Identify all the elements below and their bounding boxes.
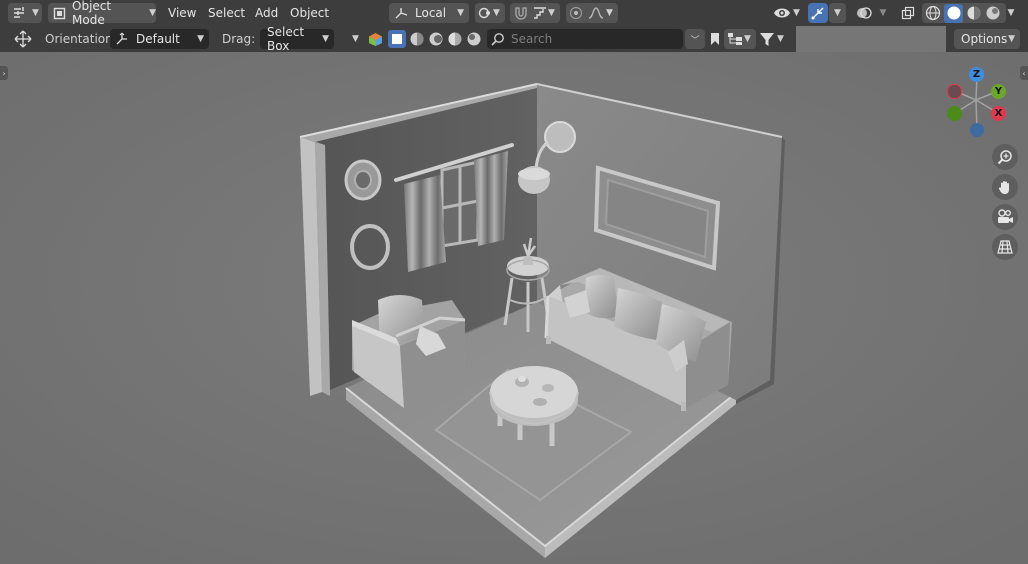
pivot-icon: [478, 6, 492, 20]
hierarchy-icon: [727, 32, 743, 46]
filter-dropdown-button[interactable]: ﹀: [685, 29, 705, 49]
filter-collapse-dropdown[interactable]: ▼: [352, 29, 364, 49]
visibility-dropdown[interactable]: ▼: [771, 3, 805, 23]
proportional-edit-icon: [569, 6, 583, 20]
rendered-shading-icon[interactable]: [985, 5, 1001, 21]
xray-toggle[interactable]: [898, 3, 918, 23]
gizmo-axis-neg-z[interactable]: [970, 123, 984, 137]
funnel-filter-icon: [759, 32, 775, 47]
editor-type-button[interactable]: ▼: [8, 3, 42, 23]
snap-increment-icon: [533, 6, 547, 20]
search-icon: [491, 32, 505, 46]
gizmo-axis-neg-y[interactable]: [947, 106, 962, 121]
grid-perspective-icon: [997, 239, 1013, 255]
orientation-gizmo-icon: [114, 32, 129, 47]
transform-orientation-dropdown[interactable]: Local ▼: [389, 3, 469, 23]
gizmo-dropdown[interactable]: ▼: [829, 3, 846, 23]
mode-label: Object Mode: [72, 0, 112, 27]
bookmark-icon: [710, 32, 720, 46]
perspective-toggle-button[interactable]: [992, 234, 1018, 260]
menu-object[interactable]: Object: [290, 3, 329, 23]
orientation-dropdown[interactable]: Default ▼: [110, 29, 209, 49]
outliner-search-input[interactable]: Search: [487, 29, 683, 49]
snap-magnet-icon: [513, 5, 529, 21]
gizmo-axis-y[interactable]: Y: [991, 84, 1006, 99]
zoom-icon: [997, 149, 1013, 165]
menu-view[interactable]: View: [168, 3, 196, 23]
filter-options-dropdown[interactable]: ▼: [757, 29, 789, 49]
search-placeholder: Search: [511, 32, 553, 46]
shading-dropdown[interactable]: ▼: [1004, 3, 1018, 23]
show-gizmo-toggle[interactable]: [808, 3, 828, 23]
mode-dropdown[interactable]: Object Mode ▼: [48, 0, 156, 27]
hand-pan-icon: [997, 179, 1013, 195]
select-new-icon[interactable]: [388, 30, 406, 48]
wireframe-shading-icon[interactable]: [925, 5, 941, 21]
overlays-dropdown[interactable]: ▼: [875, 3, 891, 23]
select-intersect-icon[interactable]: [466, 31, 482, 47]
drag-label: Drag:: [222, 32, 256, 46]
pivot-point-dropdown[interactable]: ▼: [475, 3, 505, 23]
snap-group[interactable]: ▼: [510, 3, 560, 23]
local-orientation-icon: [394, 7, 409, 20]
object-type-colors[interactable]: [366, 29, 384, 49]
solid-shading-icon[interactable]: [944, 3, 963, 23]
drag-dropdown[interactable]: Select Box ▼: [260, 25, 334, 53]
proportional-editing-group[interactable]: ▼: [566, 3, 618, 23]
toolbar-expand-toggle[interactable]: ›: [0, 66, 8, 80]
eye-visibility-icon: [773, 6, 791, 20]
material-preview-icon[interactable]: [966, 5, 982, 21]
zoom-button[interactable]: [992, 144, 1018, 170]
shading-mode-group[interactable]: [922, 3, 1006, 23]
camera-view-button[interactable]: [992, 204, 1018, 230]
3d-viewport[interactable]: Z Y X › ‹: [0, 52, 1028, 564]
orientation-label: Orientation:: [45, 32, 117, 46]
gizmo-axis-z[interactable]: Z: [969, 67, 984, 82]
viewport-header: ▼ Object Mode ▼ View Select Add Object L…: [0, 0, 1028, 27]
selection-mode-group[interactable]: [388, 29, 484, 49]
sidebar-expand-toggle[interactable]: ‹: [1020, 66, 1028, 80]
gizmo-icon: [811, 6, 825, 20]
overlays-toggle[interactable]: [853, 3, 875, 23]
overlays-icon: [856, 5, 872, 21]
chevron-left-icon: ‹: [1022, 68, 1026, 78]
gizmo-axis-neg-x[interactable]: [947, 84, 962, 99]
move-arrows-icon: [14, 30, 32, 48]
chevron-right-icon: ›: [2, 68, 6, 78]
pan-button[interactable]: [992, 174, 1018, 200]
menu-select[interactable]: Select: [208, 3, 245, 23]
options-dropdown[interactable]: Options ▼: [954, 29, 1020, 49]
tool-settings-bar: Orientation: Default ▼ Drag: Select Box …: [0, 25, 1028, 53]
room-scene-render: [0, 52, 1028, 564]
bookmark-button[interactable]: [706, 29, 724, 49]
falloff-curve-icon: [588, 7, 604, 19]
camera-icon: [996, 209, 1014, 225]
xray-icon: [901, 6, 915, 20]
move-tool-indicator: [14, 29, 34, 49]
select-extend-icon[interactable]: [409, 31, 425, 47]
select-invert-icon[interactable]: [447, 31, 463, 47]
select-subtract-icon[interactable]: [428, 31, 444, 47]
navigation-gizmo[interactable]: Z Y X: [940, 64, 1010, 144]
object-mode-icon: [53, 7, 66, 20]
gizmo-axis-x[interactable]: X: [991, 106, 1006, 121]
cube-color-icon: [368, 32, 383, 47]
hierarchy-dropdown[interactable]: ▼: [724, 29, 756, 49]
menu-add[interactable]: Add: [255, 3, 278, 23]
viewport-editor-icon: [12, 6, 28, 20]
